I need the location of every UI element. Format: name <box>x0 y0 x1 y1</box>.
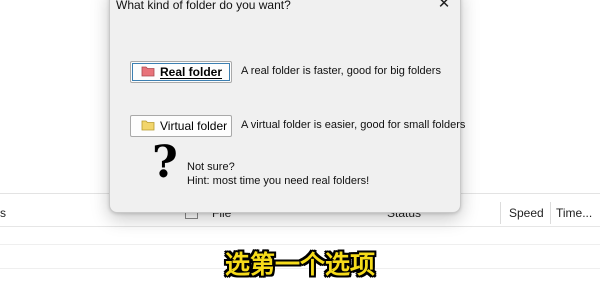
yellow-folder-icon <box>141 119 155 134</box>
virtual-folder-button[interactable]: Virtual folder <box>130 115 232 137</box>
folder-type-dialog: What kind of folder do you want? ✕ Real … <box>109 0 465 213</box>
column-divider[interactable] <box>550 202 551 224</box>
column-divider[interactable] <box>500 202 501 224</box>
real-folder-label: Real folder <box>160 65 223 79</box>
video-subtitle: 选第一个选项 <box>224 250 375 279</box>
column-header-time[interactable]: Time... <box>556 206 592 220</box>
virtual-folder-description: A virtual folder is easier, good for sma… <box>241 119 466 131</box>
real-folder-button[interactable]: Real folder <box>130 61 232 83</box>
real-folder-description: A real folder is faster, good for big fo… <box>241 65 441 77</box>
hint-not-sure: Not sure? <box>187 161 235 173</box>
column-header-s[interactable]: s <box>0 206 6 220</box>
red-folder-icon <box>141 65 155 80</box>
hint-text: Hint: most time you need real folders! <box>187 175 370 187</box>
close-icon[interactable]: ✕ <box>436 0 452 12</box>
column-header-speed[interactable]: Speed <box>509 206 544 220</box>
virtual-folder-label: Virtual folder <box>160 119 228 133</box>
dialog-title: What kind of folder do you want? <box>116 0 291 12</box>
question-mark-icon: ? <box>152 137 178 188</box>
